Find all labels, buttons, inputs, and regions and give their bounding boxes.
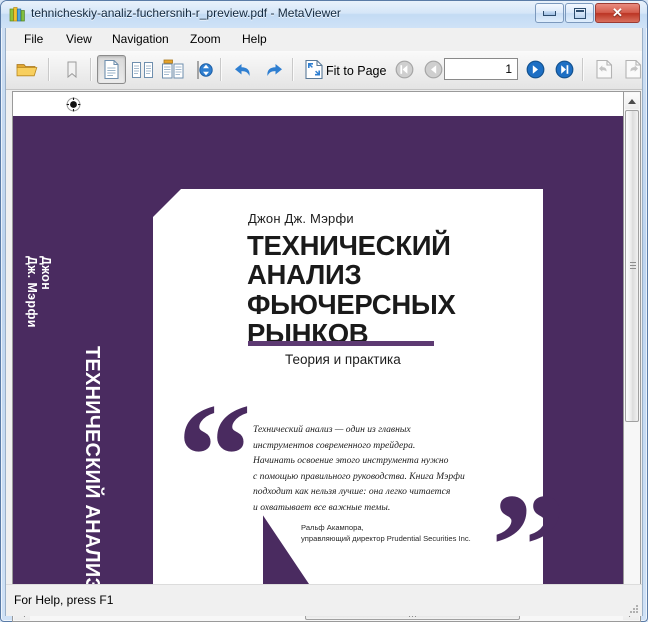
- quote-close-mark: ”: [491, 471, 566, 600]
- quote-open-mark: “: [177, 381, 252, 531]
- page-number-input[interactable]: [444, 58, 518, 80]
- book-cover: Джон Дж. Мэрфи ТЕХНИЧЕСКИЙ АНАЛИЗ ФЬЮЧЕР…: [13, 116, 623, 600]
- back-page-icon: [594, 59, 614, 80]
- minimize-button[interactable]: [535, 3, 564, 23]
- fit-height-icon: [195, 59, 215, 81]
- status-text: For Help, press F1: [14, 593, 113, 607]
- next-page-button[interactable]: [521, 55, 550, 84]
- first-page-button[interactable]: [390, 55, 419, 84]
- single-page-button[interactable]: [97, 55, 126, 84]
- vertical-scrollbar[interactable]: [623, 91, 641, 604]
- close-button[interactable]: ✕: [595, 3, 640, 23]
- folder-open-icon: [16, 60, 38, 80]
- vertical-scrollbar-thumb[interactable]: [625, 110, 639, 422]
- close-icon: ✕: [596, 4, 639, 22]
- toolbar-separator-5: [582, 58, 583, 81]
- toolbar-separator-3: [220, 58, 221, 81]
- forward-button[interactable]: [618, 55, 647, 84]
- page-handle-icon[interactable]: [66, 97, 81, 112]
- menu-navigation[interactable]: Navigation: [104, 31, 177, 48]
- menu-help[interactable]: Help: [234, 31, 275, 48]
- fit-to-page-button[interactable]: [299, 55, 328, 84]
- spine-author-text: Джон Дж. Мэрфи: [25, 256, 53, 328]
- window-title: tehnicheskiy-analiz-fuchersnih-r_preview…: [31, 6, 341, 20]
- page-top-margin: [13, 92, 623, 116]
- fit-height-button[interactable]: [190, 55, 219, 84]
- undo-icon: [232, 60, 254, 80]
- fit-to-page-label: Fit to Page: [326, 64, 386, 78]
- resize-grip-icon[interactable]: [627, 602, 639, 614]
- document-viewport[interactable]: Джон Дж. Мэрфи ТЕХНИЧЕСКИЙ АНАЛИЗ ФЬЮЧЕР…: [12, 91, 623, 604]
- cover-subtitle: Теория и практика: [285, 352, 401, 367]
- two-page-button[interactable]: [128, 55, 157, 84]
- scroll-up-button[interactable]: [625, 93, 639, 109]
- bookmark-button[interactable]: [57, 55, 86, 84]
- open-file-button[interactable]: [12, 55, 41, 84]
- spine-title-text: ТЕХНИЧЕСКИЙ АНАЛИЗ ФЬЮЧЕРСНЫХ РЫНКОВ: [80, 346, 103, 600]
- last-page-icon: [555, 60, 574, 79]
- restore-button[interactable]: [565, 3, 594, 23]
- cover-author: Джон Дж. Мэрфи: [248, 211, 354, 226]
- cover-title: ТЕХНИЧЕСКИЙ АНАЛИЗ ФЬЮЧЕРСНЫХ РЫНКОВ: [247, 231, 517, 349]
- redo-button[interactable]: [259, 55, 288, 84]
- first-page-icon: [395, 60, 414, 79]
- two-page-icon: [131, 61, 155, 79]
- books-icon: [9, 6, 26, 23]
- menu-file[interactable]: File: [16, 31, 51, 48]
- menu-bar: File View Navigation Zoom Help: [6, 28, 642, 52]
- menu-view[interactable]: View: [58, 31, 100, 48]
- toolbar: Fit to Page: [6, 51, 642, 90]
- toolbar-separator-4: [292, 58, 293, 81]
- application-window: tehnicheskiy-analiz-fuchersnih-r_preview…: [0, 0, 648, 622]
- next-page-icon: [526, 60, 545, 79]
- menu-zoom[interactable]: Zoom: [182, 31, 229, 48]
- cover-divider: [248, 341, 434, 346]
- single-page-icon: [103, 59, 120, 80]
- previous-page-icon: [424, 60, 443, 79]
- bookmark-icon: [65, 60, 79, 80]
- restore-icon: [566, 4, 593, 22]
- toolbar-separator-2: [90, 58, 91, 81]
- client-area: File View Navigation Zoom Help: [5, 28, 643, 616]
- minimize-icon: [536, 4, 563, 22]
- undo-button[interactable]: [228, 55, 257, 84]
- title-bar[interactable]: tehnicheskiy-analiz-fuchersnih-r_preview…: [1, 1, 647, 28]
- fit-to-page-icon: [304, 59, 324, 80]
- status-bar: For Help, press F1: [6, 584, 642, 616]
- pdf-page: Джон Дж. Мэрфи ТЕХНИЧЕСКИЙ АНАЛИЗ ФЬЮЧЕР…: [13, 92, 623, 604]
- cover-white-panel: Джон Дж. Мэрфи ТЕХНИЧЕСКИЙ АНАЛИЗ ФЬЮЧЕР…: [153, 189, 543, 587]
- scrollbar-grip-icon: [630, 262, 636, 270]
- book-view-button[interactable]: [158, 55, 187, 84]
- last-page-button[interactable]: [550, 55, 579, 84]
- cover-quote: Технический анализ — один из главных инс…: [253, 422, 503, 515]
- toolbar-separator: [48, 58, 49, 81]
- redo-icon: [263, 60, 285, 80]
- forward-page-icon: [623, 59, 643, 80]
- book-view-icon: [161, 59, 185, 80]
- back-button[interactable]: [589, 55, 618, 84]
- scroll-up-icon: [628, 99, 636, 104]
